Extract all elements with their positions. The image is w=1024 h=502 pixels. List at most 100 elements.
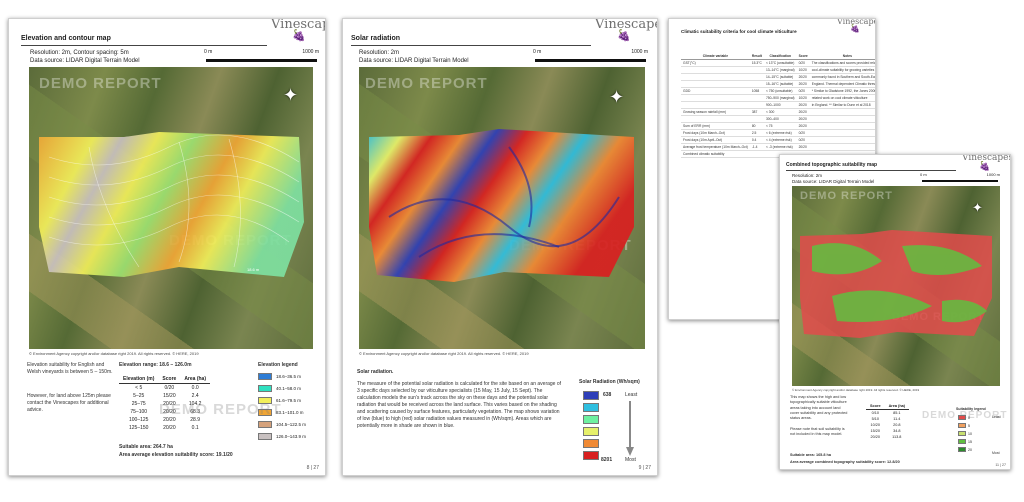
legend-swatch xyxy=(958,431,966,436)
table-cell xyxy=(809,129,875,137)
table-cell: 13–14°C (marginal) xyxy=(763,66,797,74)
topo-legend-bottom: Most xyxy=(992,451,1000,455)
table-cell: 300–400 xyxy=(763,115,797,123)
table-cell xyxy=(681,66,750,74)
legend-swatch xyxy=(258,385,272,392)
table-cell xyxy=(809,143,875,151)
table-row: 750–900 (marginal) 10/20 related work on c… xyxy=(681,94,875,102)
table-cell: Sum of ERR (mm) xyxy=(681,122,750,130)
table-row: 20/20 113.8 xyxy=(866,434,909,440)
legend-item: 0 xyxy=(958,415,970,420)
grape-icon: 🍇 xyxy=(292,30,306,42)
soil-note: Please note that soil suitability is not… xyxy=(790,427,845,437)
legend-swatch xyxy=(958,415,966,420)
solar-legend-low-label: Least xyxy=(625,392,638,398)
map-copyright: © Environment Agency copyright and/or da… xyxy=(792,388,920,392)
grape-icon: 🍇 xyxy=(979,161,991,171)
table-cell xyxy=(681,101,750,109)
page-title: Climatic suitability criteria for cool c… xyxy=(681,29,797,34)
table-cell: 0.0 xyxy=(191,385,199,391)
table-cell: 387 xyxy=(749,108,764,116)
map-resolution: Resolution: 2m, Contour spacing: 5m xyxy=(30,50,129,56)
legend-label: 0 xyxy=(968,415,970,420)
table-cell xyxy=(809,136,875,144)
title-rule xyxy=(786,170,956,171)
table-cell: Frost days (10m April–Oct) xyxy=(681,136,750,144)
legend-swatch xyxy=(258,373,272,380)
table-cell: 113.8 xyxy=(892,435,902,439)
solar-legend-title: Solar Radiation (Wh/sqm) xyxy=(579,379,640,385)
table-cell: 10/20 xyxy=(796,94,810,102)
table-cell: 0/20 xyxy=(796,59,810,67)
table-cell: 14–15°C (suitable) xyxy=(763,73,797,81)
table-cell: in England. ** Similar to Dunn et al 201… xyxy=(809,101,875,109)
table-row: 13–14°C (marginal) 10/20 cool-climate suit… xyxy=(681,66,875,74)
table-cell: GDD xyxy=(681,87,750,95)
table-cell: Average frost temperature (10m March–Oct… xyxy=(681,143,750,151)
table-row: Frost days (10m March–Oct) 2.5 < 6 (extrem… xyxy=(681,129,875,137)
page-number: 8 | 27 xyxy=(306,465,319,471)
legend-swatch xyxy=(583,451,599,460)
table-row: 300–400 20/20 xyxy=(681,115,875,123)
table-cell: 125–150 xyxy=(128,425,149,431)
legend-swatch xyxy=(583,391,599,400)
page-title: Combined topographic suitability map xyxy=(786,162,878,168)
table-cell: 15.3°C xyxy=(749,59,764,67)
table-cell xyxy=(681,94,750,102)
suitable-area: Suitable area: 264.7 ha xyxy=(119,444,173,450)
legend-item: 40.1–58.0 m xyxy=(258,385,301,392)
table-cell: -1.4 xyxy=(749,143,764,151)
table-row: Growing season rainfall (mm) 387 < 300 20/2… xyxy=(681,108,875,116)
page-number: 9 | 27 xyxy=(638,465,651,471)
table-cell: 0/20 xyxy=(796,129,810,137)
table-cell xyxy=(749,66,764,74)
table-row: Frost days (10m April–Oct) 0.4 < 4 (extrem… xyxy=(681,136,875,144)
table-cell xyxy=(749,73,764,81)
suitable-area: Suitable area: 165.8 ha xyxy=(790,453,831,457)
table-cell: GST(°C) xyxy=(681,59,750,67)
legend-label: 126.0–143.9 m xyxy=(276,434,307,439)
table-row: < 5 0/20 0.0 xyxy=(119,384,210,393)
legend-label: 104.5–122.5 m xyxy=(276,422,307,427)
table-cell: 10/20 xyxy=(796,66,810,74)
table-cell: commonly found in Southern and South-Eas… xyxy=(809,73,875,81)
solar-heading: Solar radiation. xyxy=(357,369,394,375)
table-cell: * Similar to Gladstone 1992, the Jones 2… xyxy=(809,87,875,95)
solar-description: The measure of the potential solar radia… xyxy=(357,381,562,429)
table-cell: < -3 (extreme risk) xyxy=(763,143,797,151)
table-cell xyxy=(681,73,750,81)
table-row: GDD 1058 < 750 (unsuitable) 0/20 * Similar t… xyxy=(681,87,875,95)
solar-legend-low: 638 xyxy=(603,392,612,398)
table-cell: 100–125 xyxy=(128,417,149,423)
scale-end-label: 1000 m xyxy=(302,49,319,55)
table-cell: 15–16°C (suitable) xyxy=(763,80,797,88)
table-cell: < 75 xyxy=(763,122,797,130)
table-cell: 80 xyxy=(749,122,764,130)
legend-swatch xyxy=(958,447,966,452)
table-row: GST(°C) 15.3°C < 13°C (unsuitable) 0/20 The … xyxy=(681,59,875,67)
legend-label: 20 xyxy=(968,447,972,452)
legend-swatch xyxy=(958,439,966,444)
scale-start-label: 0 m xyxy=(533,49,542,55)
topo-legend-top: Least xyxy=(992,415,1001,419)
elevation-note: Elevation suitability for English and We… xyxy=(27,362,113,375)
legend-item: 18.6–36.5 m xyxy=(258,373,301,380)
avg-elevation-score: Area average elevation suitability score… xyxy=(119,452,233,458)
grape-icon: 🍇 xyxy=(850,24,860,33)
table-cell xyxy=(749,94,764,102)
report-page-elevation: Vinescapes 🍇 Elevation and contour map R… xyxy=(8,18,326,476)
table-cell xyxy=(749,115,764,123)
scale-start-label: 0 m xyxy=(204,49,213,55)
legend-item: 10 xyxy=(958,431,972,436)
table-cell xyxy=(749,101,764,109)
legend-label: 10 xyxy=(968,431,972,436)
table-cell: 900–1000 xyxy=(763,101,797,109)
table-cell: < 4 (extreme risk) xyxy=(763,136,797,144)
map-source: Data source: LIDAR Digital Terrain Model xyxy=(359,58,469,64)
table-row: 14–15°C (suitable) 20/20 commonly found in… xyxy=(681,73,875,81)
legend-swatch xyxy=(258,433,272,440)
climate-criteria-table: Climate variable Result Classification Scor… xyxy=(681,53,875,158)
solar-legend-high-label: Most xyxy=(625,457,636,463)
table-cell: < 750 (unsuitable) xyxy=(763,87,797,95)
grape-icon: 🍇 xyxy=(617,30,631,42)
